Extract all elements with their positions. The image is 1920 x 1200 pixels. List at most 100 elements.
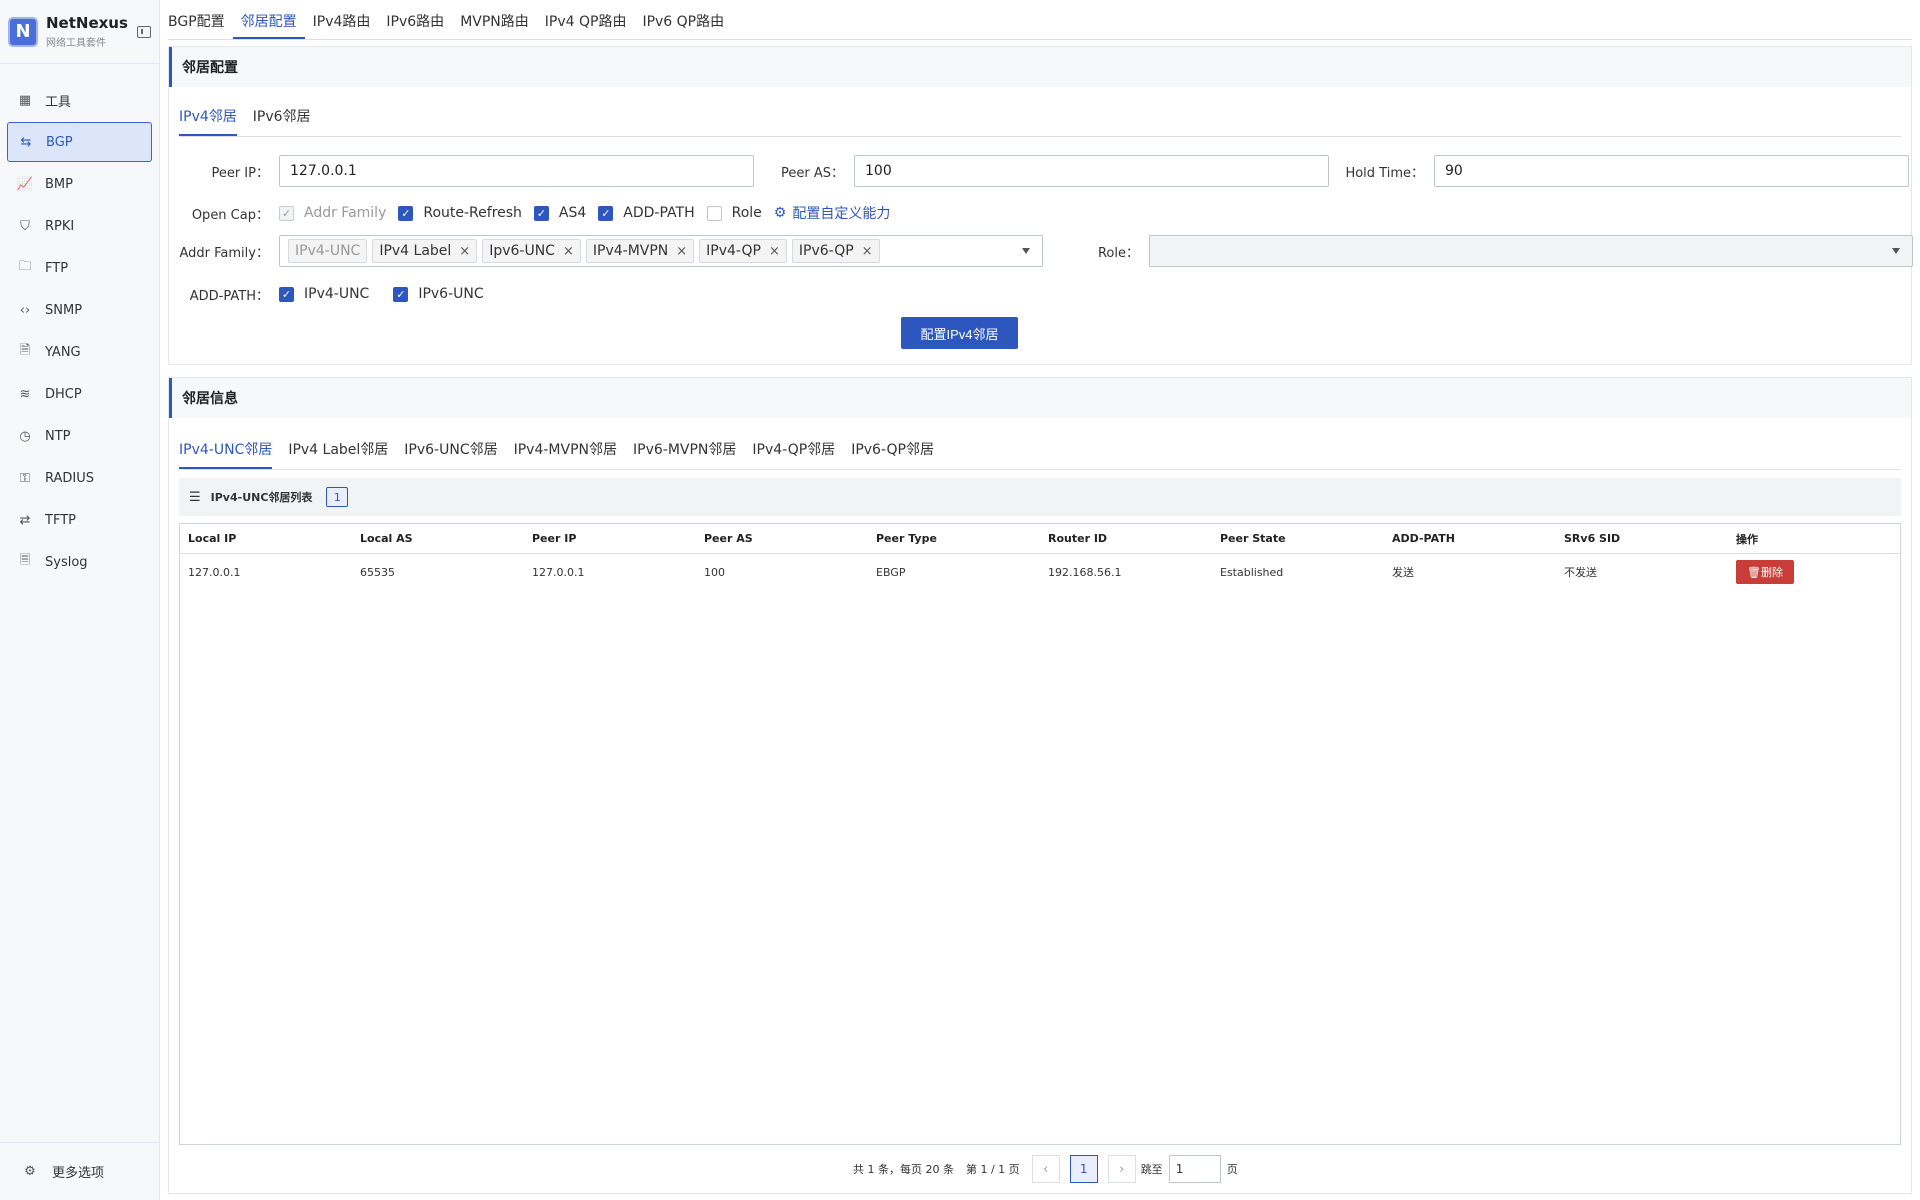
config-sub-tabs: IPv4邻居 IPv6邻居 bbox=[179, 87, 1901, 137]
file-icon: 🗎 bbox=[19, 343, 31, 358]
sidebar-item-yang[interactable]: 🗎 YANG bbox=[7, 332, 152, 372]
add-path-label: ADD-PATH bbox=[189, 288, 256, 304]
close-icon[interactable]: × bbox=[862, 244, 873, 259]
top-tab-item[interactable]: IPv4路由 bbox=[305, 11, 379, 39]
sidebar-item-label: RPKI bbox=[45, 218, 75, 234]
page-button[interactable]: 1 bbox=[1069, 1155, 1098, 1183]
next-page-button[interactable]: › bbox=[1107, 1155, 1136, 1183]
close-icon[interactable]: × bbox=[676, 244, 687, 259]
close-icon[interactable]: × bbox=[459, 244, 470, 259]
sidebar: N NetNexus 网络工具套件 ▦ 工具 ⇆ BGP 📈 BMP ⛉ RPKI 🗀 FTP ‹›… bbox=[0, 0, 160, 1200]
sub-tab-item[interactable]: IPv4邻居 bbox=[179, 106, 237, 136]
delete-button[interactable]: 🗑 删除 bbox=[1736, 560, 1794, 584]
clock-icon: ◷ bbox=[19, 428, 31, 444]
checkbox-label: AS4 bbox=[558, 205, 587, 221]
sidebar-item-tftp[interactable]: ⇄ TFTP bbox=[7, 500, 152, 540]
sub-tab-item[interactable]: IPv4-QP邻居 bbox=[752, 439, 835, 469]
top-tab-item[interactable]: IPv6 QP路由 bbox=[634, 11, 732, 39]
sidebar-item-snmp[interactable]: ‹› SNMP bbox=[7, 290, 152, 330]
pagination-page-info: 第 1 / 1 页 bbox=[965, 1163, 1020, 1176]
checkmark-icon[interactable]: ✓ bbox=[279, 286, 294, 302]
peer-ip-input[interactable]: 127.0.0.1 bbox=[279, 155, 754, 187]
sidebar-item-dhcp[interactable]: ≋ DHCP bbox=[7, 374, 152, 414]
panel-title: 邻居信息 bbox=[169, 378, 1911, 418]
pagination: 共 1 条，每页 20 条 第 1 / 1 页 ‹ 1 › 跳至 1 页 bbox=[853, 1155, 1238, 1183]
main-content: BGP配置 邻居配置 IPv4路由 IPv6路由 MVPN路由 IPv4 QP路由 IPv6… bbox=[168, 0, 1913, 1200]
column-header: Peer IP bbox=[532, 532, 577, 545]
top-tab-item[interactable]: BGP配置 bbox=[168, 11, 233, 39]
jump-page-input[interactable]: 1 bbox=[1168, 1155, 1221, 1183]
checkbox-label: Role bbox=[731, 205, 762, 221]
tag-label: IPv6-QP bbox=[798, 243, 854, 259]
checkbox-empty[interactable] bbox=[706, 205, 722, 221]
delete-label: 删除 bbox=[1760, 566, 1783, 579]
wifi-icon: ≋ bbox=[19, 386, 31, 402]
transfer-icon: ⇄ bbox=[19, 512, 31, 528]
sidebar-item-ftp[interactable]: 🗀 FTP bbox=[7, 248, 152, 288]
sub-tab-item[interactable]: IPv4-UNC邻居 bbox=[179, 439, 273, 469]
top-tab-item[interactable]: IPv4 QP路由 bbox=[537, 11, 635, 39]
checkbox-option[interactable]: ✓ IPv6-UNC bbox=[393, 286, 484, 302]
sidebar-item-bmp[interactable]: 📈 BMP bbox=[7, 164, 152, 204]
sub-tab-item[interactable]: IPv4 Label邻居 bbox=[288, 439, 388, 469]
tag-label: IPv4-UNC bbox=[295, 243, 361, 259]
tag-label: Ipv6-UNC bbox=[489, 243, 555, 259]
addr-family-tag: Ipv6-UNC × bbox=[482, 239, 581, 263]
app-subtitle: 网络工具套件 bbox=[46, 38, 106, 49]
sidebar-item-工具[interactable]: ▦ 工具 bbox=[7, 80, 152, 120]
table-cell: 192.168.56.1 bbox=[1048, 565, 1122, 579]
top-tab-item[interactable]: IPv6路由 bbox=[378, 11, 452, 39]
hold-time-input[interactable]: 90 bbox=[1434, 155, 1909, 187]
checkbox-option[interactable]: ✓ AS4 bbox=[533, 205, 587, 221]
role-select[interactable] bbox=[1149, 235, 1913, 267]
sub-tab-item[interactable]: IPv6-QP邻居 bbox=[851, 439, 934, 469]
sub-tab-item[interactable]: IPv6-MVPN邻居 bbox=[633, 439, 736, 469]
prev-page-button[interactable]: ‹ bbox=[1031, 1155, 1060, 1183]
close-icon[interactable]: × bbox=[769, 244, 780, 259]
jump-label: 跳至 bbox=[1140, 1163, 1163, 1176]
addr-family-tag: IPv6-QP × bbox=[791, 239, 880, 263]
configure-ipv4-neighbor-button[interactable]: 配置IPv4邻居 bbox=[901, 317, 1018, 349]
checkmark-icon[interactable]: ✓ bbox=[398, 205, 414, 221]
checkbox-label: ADD-PATH bbox=[623, 205, 695, 221]
list-header: ☰ IPv4-UNC邻居列表 1 bbox=[179, 478, 1901, 516]
column-header: Peer AS bbox=[704, 532, 753, 545]
addr-family-select[interactable]: IPv4-UNC IPv4 Label × Ipv6-UNC × IPv4-MVPN × IP… bbox=[279, 235, 1043, 267]
grid-icon: ▦ bbox=[18, 92, 32, 108]
sidebar-item-label: RADIUS bbox=[45, 470, 95, 486]
folder-icon: 🗀 bbox=[18, 259, 32, 274]
sidebar-item-ntp[interactable]: ◷ NTP bbox=[7, 416, 152, 456]
sub-tab-item[interactable]: IPv6-UNC邻居 bbox=[404, 439, 497, 469]
hold-time-label: Hold Time bbox=[1345, 165, 1411, 181]
table-header: Local IP Local AS Peer IP Peer AS Peer Type R… bbox=[180, 524, 1900, 554]
sidebar-collapse-icon[interactable] bbox=[137, 25, 151, 38]
more-options-button[interactable]: ⚙ 更多选项 bbox=[0, 1142, 159, 1200]
sidebar-item-radius[interactable]: ⚿ RADIUS bbox=[7, 458, 152, 498]
sidebar-item-syslog[interactable]: 🗏 Syslog bbox=[7, 542, 152, 582]
addr-family-tag: IPv4 Label × bbox=[372, 239, 478, 263]
close-icon[interactable]: × bbox=[563, 244, 574, 259]
top-tab-item[interactable]: MVPN路由 bbox=[452, 11, 537, 39]
checkmark-icon[interactable]: ✓ bbox=[598, 205, 614, 221]
chevron-down-icon bbox=[1892, 248, 1900, 254]
checkmark-icon[interactable]: ✓ bbox=[533, 205, 549, 221]
sub-tab-item[interactable]: IPv6邻居 bbox=[253, 106, 311, 136]
checkbox-option[interactable]: Role bbox=[706, 205, 762, 221]
shield-icon: ⛉ bbox=[20, 218, 30, 234]
custom-capability-link[interactable]: ⚙ 配置自定义能力 bbox=[774, 203, 891, 223]
neighbor-config-panel: 邻居配置 IPv4邻居 IPv6邻居 Peer IP： 127.0.0.1 Pee… bbox=[168, 46, 1913, 365]
top-tab-item[interactable]: 邻居配置 bbox=[232, 11, 305, 39]
sidebar-item-bgp[interactable]: ⇆ BGP bbox=[7, 122, 152, 162]
sub-tab-item[interactable]: IPv4-MVPN邻居 bbox=[514, 439, 617, 469]
checkmark-icon[interactable]: ✓ bbox=[393, 286, 409, 302]
open-cap-label: Open Cap bbox=[191, 207, 256, 223]
sidebar-item-rpki[interactable]: ⛉ RPKI bbox=[7, 206, 152, 246]
table-row: 127.0.0.1 65535 127.0.0.1 100 EBGP 192.168.56… bbox=[180, 554, 1900, 590]
checkbox-option[interactable]: ✓ Route-Refresh bbox=[398, 205, 522, 221]
peer-ip-label: Peer IP bbox=[211, 165, 256, 181]
list-title: IPv4-UNC邻居列表 bbox=[210, 491, 313, 504]
checkbox-option[interactable]: ✓ IPv4-UNC bbox=[279, 286, 369, 302]
column-header: Peer State bbox=[1220, 532, 1286, 545]
checkbox-option[interactable]: ✓ ADD-PATH bbox=[598, 205, 695, 221]
peer-as-input[interactable]: 100 bbox=[854, 155, 1329, 187]
